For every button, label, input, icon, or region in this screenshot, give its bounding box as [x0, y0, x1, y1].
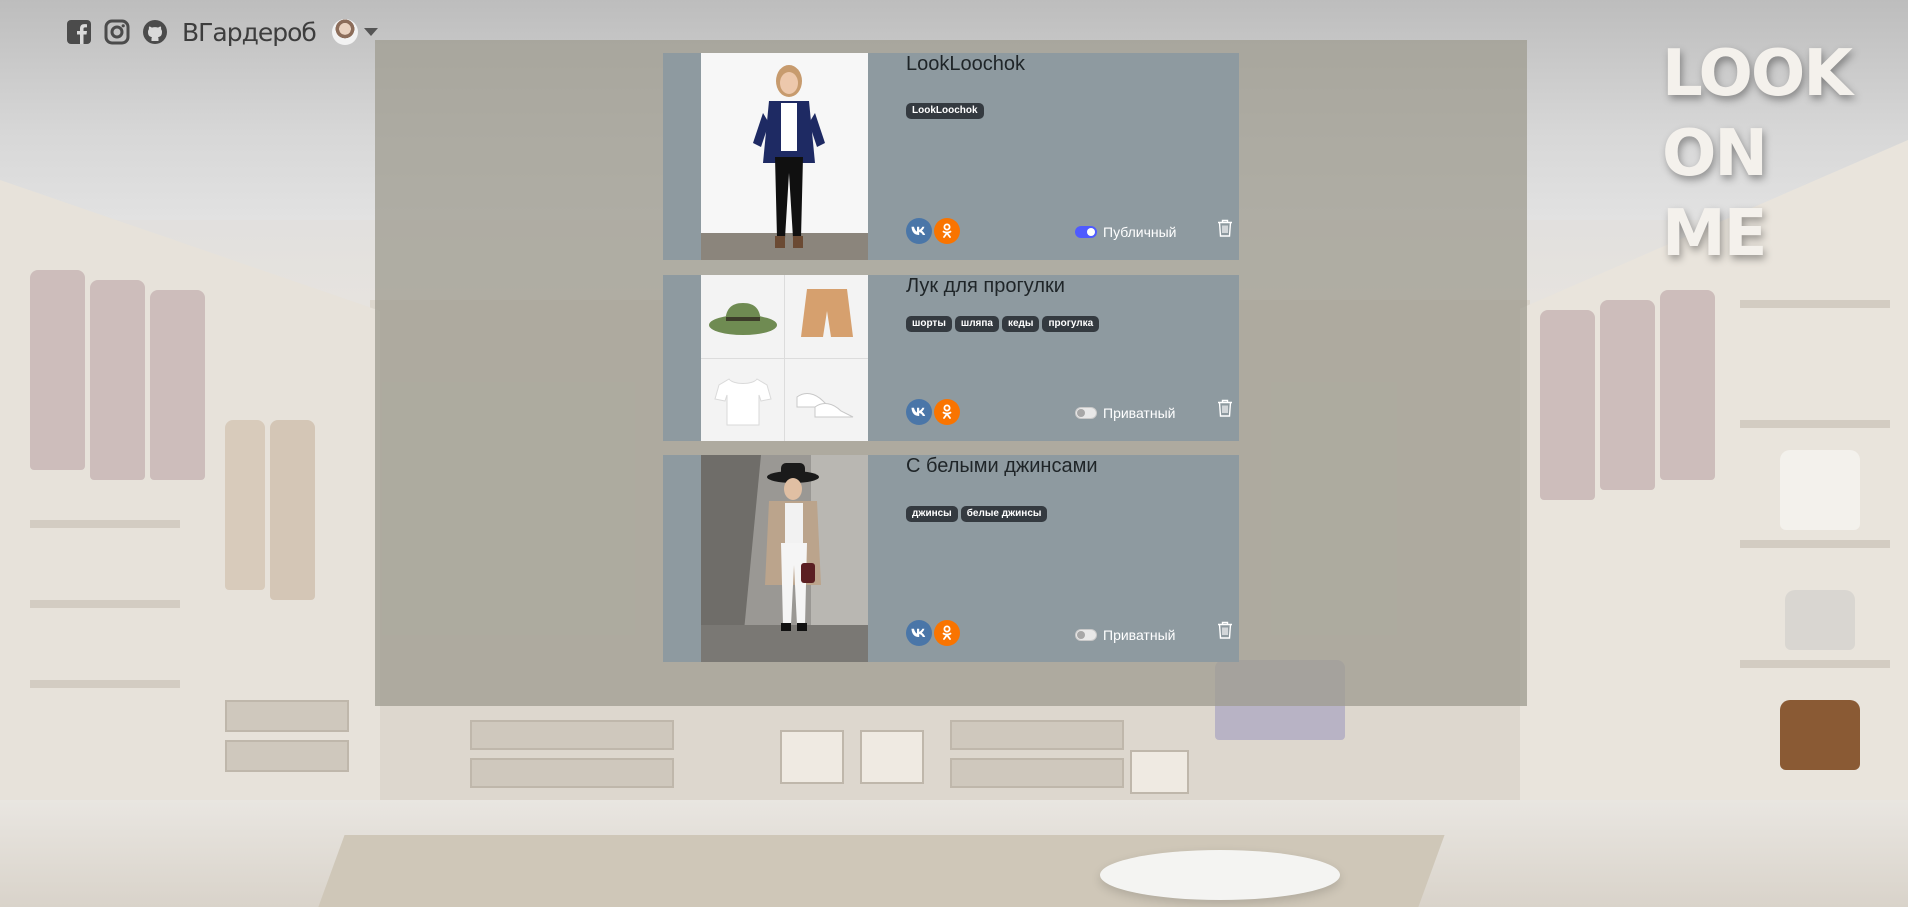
- hanging-jacket: [90, 280, 145, 480]
- vk-share-button[interactable]: [906, 218, 932, 244]
- ok-share-button[interactable]: [934, 620, 960, 646]
- ok-share-button[interactable]: [934, 218, 960, 244]
- hanging-jacket: [150, 290, 205, 480]
- tag-badge[interactable]: прогулка: [1042, 316, 1100, 332]
- user-avatar[interactable]: [331, 19, 358, 45]
- private-switch[interactable]: [1075, 629, 1097, 641]
- vk-icon: [911, 407, 926, 416]
- vk-share-button[interactable]: [906, 620, 932, 646]
- look-on-me-logo: LOOK ON ME: [1662, 34, 1872, 274]
- privacy-label: Публичный: [1103, 224, 1177, 240]
- privacy-label: Приватный: [1103, 627, 1176, 643]
- white-handbag: [1780, 450, 1860, 530]
- privacy-toggle[interactable]: Приватный: [1075, 627, 1175, 643]
- hanging-jacket: [30, 270, 85, 470]
- round-table: [1100, 850, 1340, 900]
- github-icon[interactable]: [142, 19, 168, 45]
- tag-badge[interactable]: белые джинсы: [960, 506, 1048, 522]
- tag-badge[interactable]: шорты: [906, 316, 952, 332]
- shelf: [1740, 420, 1890, 428]
- shelf: [1740, 540, 1890, 548]
- tag-badge[interactable]: шляпа: [954, 316, 999, 332]
- hanging-jacket: [1540, 310, 1595, 500]
- privacy-toggle[interactable]: Приватный: [1075, 405, 1175, 421]
- look-title[interactable]: LookLoochok: [906, 53, 1025, 76]
- sneakers-item: [785, 359, 868, 441]
- ok-icon: [942, 625, 952, 640]
- logo-line: LOOK: [1662, 37, 1853, 111]
- tag-badge[interactable]: кеды: [1001, 316, 1040, 332]
- storage-box: [780, 730, 844, 784]
- shelf: [1740, 300, 1890, 308]
- look-thumbnail[interactable]: [701, 275, 868, 441]
- look-thumbnail[interactable]: [701, 455, 868, 662]
- drawer: [950, 720, 1124, 750]
- share-buttons: [906, 399, 960, 425]
- hanging-coat: [270, 420, 315, 600]
- outfit-photo: [701, 455, 868, 662]
- chevron-down-icon[interactable]: [363, 28, 378, 36]
- drawer: [950, 758, 1124, 788]
- tag-list: джинсы белые джинсы: [906, 506, 1048, 522]
- look-card[interactable]: LookLoochok LookLoochok Публичный: [663, 53, 1239, 260]
- instagram-icon[interactable]: [104, 19, 130, 45]
- look-card[interactable]: Лук для прогулки шорты шляпа кеды прогул…: [663, 275, 1239, 441]
- ok-icon: [942, 404, 952, 419]
- trash-icon[interactable]: [1217, 219, 1233, 237]
- brown-handbag: [1780, 700, 1860, 770]
- drawer: [470, 758, 674, 788]
- look-title[interactable]: С белыми джинсами: [906, 455, 1098, 478]
- vk-icon: [911, 628, 926, 637]
- shorts-item: [785, 275, 868, 358]
- trash-icon[interactable]: [1217, 621, 1233, 639]
- facebook-icon[interactable]: [66, 19, 92, 45]
- storage-box: [860, 730, 924, 784]
- hanging-coat: [225, 420, 265, 590]
- ok-icon: [942, 223, 952, 238]
- vk-icon: [911, 226, 926, 235]
- hanging-jacket: [1600, 300, 1655, 490]
- privacy-toggle[interactable]: Публичный: [1075, 224, 1177, 240]
- shelf: [30, 600, 180, 608]
- drawer: [225, 700, 349, 732]
- tag-badge[interactable]: LookLoochok: [906, 103, 984, 119]
- ok-share-button[interactable]: [934, 399, 960, 425]
- handbag: [1785, 590, 1855, 650]
- share-buttons: [906, 620, 960, 646]
- logo-line: ME: [1662, 197, 1767, 271]
- look-title[interactable]: Лук для прогулки: [906, 275, 1065, 298]
- brand-title[interactable]: ВГардероб: [182, 18, 317, 47]
- tag-badge[interactable]: джинсы: [906, 506, 958, 522]
- drawer: [225, 740, 349, 772]
- shelf: [1740, 660, 1890, 668]
- logo-line: ON: [1662, 117, 1768, 191]
- items-collage: [701, 275, 868, 441]
- tag-list: LookLoochok: [906, 103, 984, 119]
- look-thumbnail[interactable]: [701, 53, 868, 260]
- shelf: [30, 520, 180, 528]
- vk-share-button[interactable]: [906, 399, 932, 425]
- private-switch[interactable]: [1075, 407, 1097, 419]
- share-buttons: [906, 218, 960, 244]
- tshirt-item: [701, 359, 784, 441]
- drawer: [470, 720, 674, 750]
- storage-box: [1130, 750, 1189, 794]
- tag-list: шорты шляпа кеды прогулка: [906, 316, 1100, 332]
- hat-item: [701, 275, 784, 358]
- outfit-photo: [701, 53, 868, 260]
- shelf: [30, 680, 180, 688]
- trash-icon[interactable]: [1217, 399, 1233, 417]
- look-card[interactable]: С белыми джинсами джинсы белые джинсы Пр…: [663, 455, 1239, 662]
- hanging-jacket: [1660, 290, 1715, 480]
- public-switch[interactable]: [1075, 226, 1097, 238]
- top-nav: ВГардероб: [66, 14, 378, 50]
- privacy-label: Приватный: [1103, 405, 1176, 421]
